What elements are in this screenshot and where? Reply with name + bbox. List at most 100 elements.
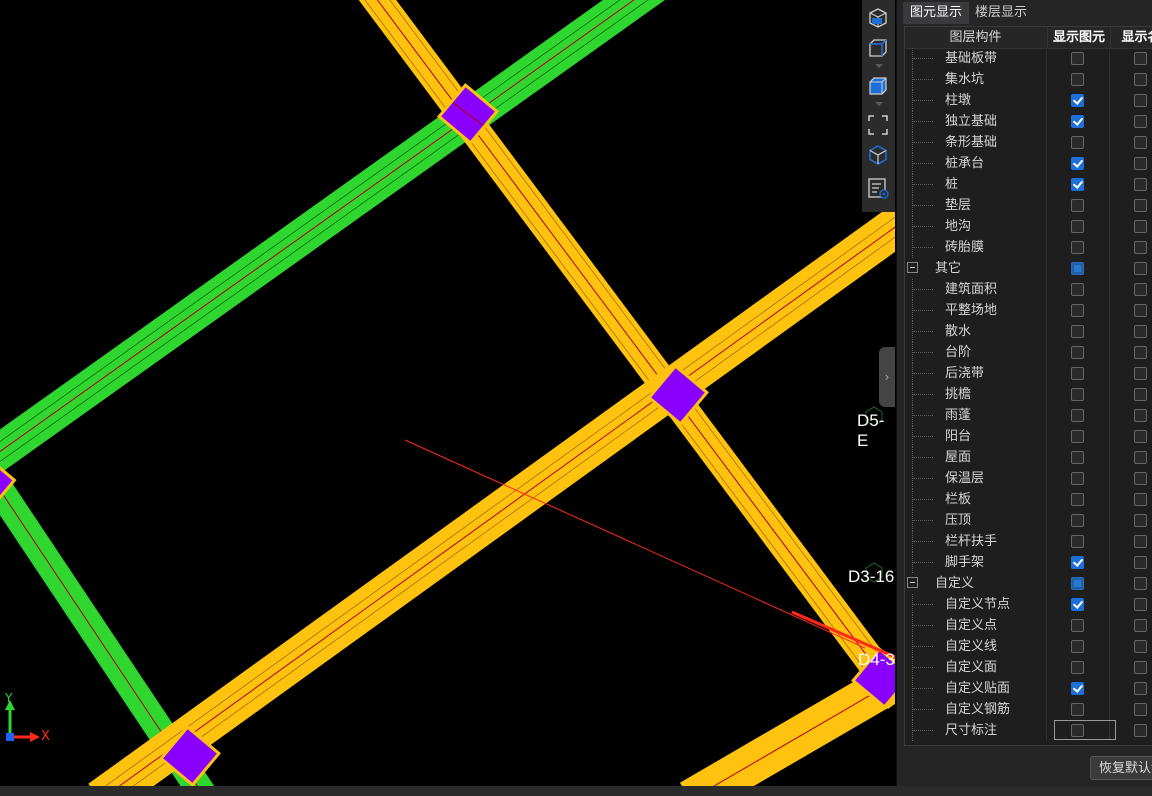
cube-view-button[interactable] — [866, 36, 890, 60]
show-name-checkbox[interactable] — [1134, 241, 1147, 254]
tab-element-display[interactable]: 图元显示 — [903, 2, 970, 24]
show-element-checkbox[interactable] — [1071, 52, 1084, 65]
table-row[interactable]: 桩承台 — [905, 153, 1152, 174]
show-element-checkbox[interactable] — [1071, 598, 1084, 611]
table-row[interactable]: 台阶 — [905, 342, 1152, 363]
show-name-checkbox[interactable] — [1134, 409, 1147, 422]
table-row[interactable]: 保温层 — [905, 468, 1152, 489]
yellow-beam-1[interactable] — [358, 0, 895, 709]
table-row[interactable]: 自定义线 — [905, 636, 1152, 657]
table-row[interactable]: 集水坑 — [905, 69, 1152, 90]
table-row[interactable]: 后浇带 — [905, 363, 1152, 384]
show-element-checkbox[interactable] — [1071, 262, 1084, 275]
show-element-checkbox[interactable] — [1071, 682, 1084, 695]
show-name-checkbox[interactable] — [1134, 556, 1147, 569]
show-element-checkbox[interactable] — [1071, 178, 1084, 191]
show-element-checkbox[interactable] — [1071, 577, 1084, 590]
show-element-checkbox[interactable] — [1071, 136, 1084, 149]
show-name-checkbox[interactable] — [1134, 640, 1147, 653]
show-element-checkbox[interactable] — [1071, 409, 1084, 422]
show-element-checkbox[interactable] — [1071, 493, 1084, 506]
show-name-checkbox[interactable] — [1134, 199, 1147, 212]
table-row[interactable]: 栏杆扶手 — [905, 531, 1152, 552]
table-row[interactable]: 自定义面 — [905, 657, 1152, 678]
table-row[interactable]: 栏板 — [905, 489, 1152, 510]
show-name-checkbox[interactable] — [1134, 115, 1147, 128]
cube-solid-button[interactable] — [866, 74, 890, 98]
green-beam-1[interactable] — [0, 0, 690, 490]
show-element-checkbox[interactable] — [1071, 451, 1084, 464]
show-name-checkbox[interactable] — [1134, 388, 1147, 401]
show-name-checkbox[interactable] — [1134, 451, 1147, 464]
layer-display-button[interactable] — [866, 143, 890, 167]
show-element-checkbox[interactable] — [1071, 283, 1084, 296]
show-element-checkbox[interactable] — [1071, 115, 1084, 128]
fit-frame-button[interactable] — [866, 113, 890, 137]
show-element-checkbox[interactable] — [1071, 388, 1084, 401]
caret-down-icon[interactable] — [875, 64, 883, 68]
show-name-checkbox[interactable] — [1134, 304, 1147, 317]
table-row[interactable]: 建筑面积 — [905, 279, 1152, 300]
show-name-checkbox[interactable] — [1134, 283, 1147, 296]
show-element-checkbox[interactable] — [1071, 157, 1084, 170]
table-row[interactable]: 压顶 — [905, 510, 1152, 531]
show-name-checkbox[interactable] — [1134, 682, 1147, 695]
show-name-checkbox[interactable] — [1134, 619, 1147, 632]
table-row[interactable]: 脚手架 — [905, 552, 1152, 573]
3d-view-button[interactable] — [866, 6, 890, 30]
show-name-checkbox[interactable] — [1134, 724, 1147, 737]
table-row[interactable]: 自定义贴面 — [905, 678, 1152, 699]
show-element-checkbox[interactable] — [1071, 241, 1084, 254]
show-name-checkbox[interactable] — [1134, 94, 1147, 107]
show-element-checkbox[interactable] — [1071, 640, 1084, 653]
table-row[interactable]: 柱墩 — [905, 90, 1152, 111]
show-name-checkbox[interactable] — [1134, 472, 1147, 485]
show-name-checkbox[interactable] — [1134, 52, 1147, 65]
tree-group-row[interactable]: 其它 — [905, 258, 1152, 279]
show-name-checkbox[interactable] — [1134, 136, 1147, 149]
show-element-checkbox[interactable] — [1071, 703, 1084, 716]
table-row[interactable]: 阳台 — [905, 426, 1152, 447]
table-row[interactable]: 屋面 — [905, 447, 1152, 468]
table-row[interactable]: 砖胎膜 — [905, 237, 1152, 258]
panel-collapse-button[interactable]: › — [879, 347, 895, 407]
show-name-checkbox[interactable] — [1134, 178, 1147, 191]
show-element-checkbox[interactable] — [1071, 661, 1084, 674]
show-element-checkbox[interactable] — [1071, 325, 1084, 338]
column-header-component[interactable]: 图层构件 — [905, 27, 1046, 48]
show-name-checkbox[interactable] — [1134, 367, 1147, 380]
table-row[interactable]: 平整场地 — [905, 300, 1152, 321]
show-name-checkbox[interactable] — [1134, 661, 1147, 674]
show-element-checkbox[interactable] — [1071, 220, 1084, 233]
table-row[interactable]: 独立基础 — [905, 111, 1152, 132]
show-name-checkbox[interactable] — [1134, 703, 1147, 716]
show-name-checkbox[interactable] — [1134, 430, 1147, 443]
table-row[interactable]: 垫层 — [905, 195, 1152, 216]
properties-button[interactable] — [866, 176, 890, 200]
show-element-checkbox[interactable] — [1071, 304, 1084, 317]
table-row[interactable]: 雨蓬 — [905, 405, 1152, 426]
show-element-checkbox[interactable] — [1071, 619, 1084, 632]
table-row[interactable]: 自定义点 — [905, 615, 1152, 636]
column-header-show-name[interactable]: 显示名 — [1110, 27, 1152, 48]
show-name-checkbox[interactable] — [1134, 262, 1147, 275]
show-name-checkbox[interactable] — [1134, 157, 1147, 170]
collapse-minus-icon[interactable] — [907, 577, 918, 588]
show-name-checkbox[interactable] — [1134, 73, 1147, 86]
collapse-minus-icon[interactable] — [907, 262, 918, 273]
table-row[interactable]: 散水 — [905, 321, 1152, 342]
show-name-checkbox[interactable] — [1134, 577, 1147, 590]
table-row[interactable]: 挑檐 — [905, 384, 1152, 405]
show-name-checkbox[interactable] — [1134, 346, 1147, 359]
show-element-checkbox[interactable] — [1071, 430, 1084, 443]
show-element-checkbox[interactable] — [1071, 472, 1084, 485]
table-row[interactable]: 自定义钢筋 — [905, 699, 1152, 720]
table-row[interactable]: 条形基础 — [905, 132, 1152, 153]
show-name-checkbox[interactable] — [1134, 220, 1147, 233]
show-element-checkbox[interactable] — [1071, 94, 1084, 107]
table-row[interactable]: 基础板带 — [905, 48, 1152, 69]
table-row[interactable]: 桩 — [905, 174, 1152, 195]
show-name-checkbox[interactable] — [1134, 493, 1147, 506]
caret-down-icon[interactable] — [875, 102, 883, 106]
table-row[interactable]: 地沟 — [905, 216, 1152, 237]
